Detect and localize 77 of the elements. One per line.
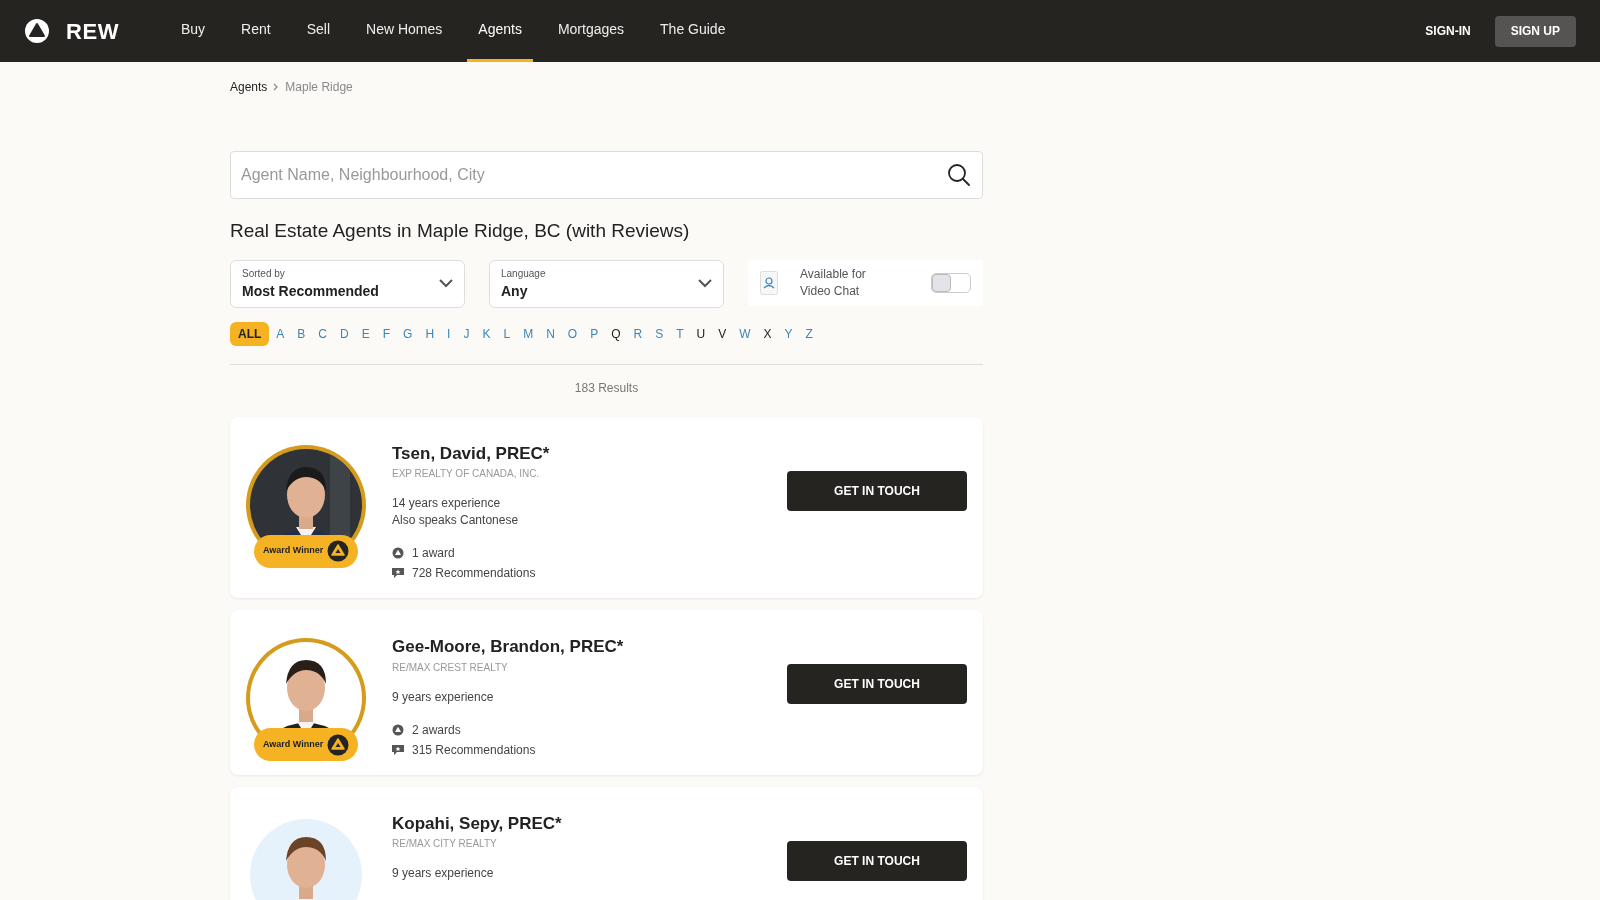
sign-in-link[interactable]: SIGN-IN — [1425, 22, 1471, 40]
letter-filter[interactable]: J — [457, 321, 476, 346]
letter-filter[interactable]: L — [497, 321, 517, 346]
brokerage-name: RE/MAX CITY REALTY — [392, 837, 498, 851]
letter-filter[interactable]: F — [376, 321, 397, 346]
dropdown[interactable]: Sorted by Most Recommended — [230, 259, 465, 308]
letter-filter[interactable]: R — [627, 321, 649, 346]
person-icon — [760, 270, 778, 295]
breadcrumb-link[interactable]: Agents — [230, 78, 268, 96]
letter-filter[interactable]: P — [584, 321, 605, 346]
comment-icon — [392, 743, 404, 756]
dropdown-value: Any — [501, 281, 529, 301]
letter-filter[interactable]: C — [312, 321, 334, 346]
dropdown-label: Language — [501, 266, 547, 281]
agent-detail: Also speaks Cantonese — [392, 512, 520, 529]
nav-link[interactable]: Mortgages — [546, 0, 636, 62]
letter-filter[interactable]: B — [291, 321, 312, 346]
letter-filter[interactable]: ALL — [230, 321, 270, 346]
nav-link[interactable]: New Homes — [355, 0, 454, 62]
letter-filter[interactable]: N — [540, 321, 561, 346]
video-chat-label: Available for Video Chat — [800, 265, 867, 300]
sign-up-button[interactable]: SIGN UP — [1494, 15, 1576, 47]
letter-filter[interactable]: I — [441, 321, 457, 346]
letter-filter[interactable]: T — [670, 321, 690, 346]
award-badge-text: Award Winner — [263, 544, 324, 558]
comment-icon — [392, 567, 404, 579]
awards-count: 1 award — [412, 545, 455, 562]
award-icon — [392, 723, 404, 736]
letter-filter[interactable]: E — [355, 321, 376, 346]
letter-filter[interactable]: Y — [778, 321, 799, 346]
nav-link[interactable]: Rent — [230, 0, 282, 62]
brokerage-name: EXP REALTY OF CANADA, INC. — [392, 467, 541, 481]
chevron-down-icon — [698, 279, 712, 288]
nav-link[interactable]: Buy — [170, 0, 217, 62]
get-in-touch-button[interactable]: GET IN TOUCH — [787, 470, 967, 511]
award-icon — [392, 547, 404, 559]
nav-link[interactable]: The Guide — [649, 0, 737, 62]
recommendations-count: 315 Recommendations — [412, 741, 536, 759]
brokerage-name: RE/MAX CREST REALTY — [392, 660, 509, 675]
agent-detail: 9 years experience — [392, 865, 495, 882]
letter-filter[interactable]: G — [397, 321, 419, 346]
agent-name[interactable]: Tsen, David, PREC* — [392, 440, 787, 466]
get-in-touch-button[interactable]: GET IN TOUCH — [787, 840, 967, 881]
dropdown-value: Most Recommended — [242, 281, 380, 301]
award-logo-icon — [327, 733, 350, 756]
awards-count: 2 awards — [412, 721, 461, 739]
search-icon[interactable] — [947, 163, 971, 187]
letter-filter[interactable]: W — [733, 321, 757, 346]
nav-link[interactable]: Agents — [467, 0, 533, 62]
letter-filter[interactable]: H — [419, 321, 441, 346]
letter-filter[interactable]: A — [270, 321, 291, 346]
dropdown-label: Sorted by — [242, 266, 286, 281]
letter-filter[interactable]: S — [649, 321, 670, 346]
award-logo-icon — [327, 540, 350, 562]
letter-filter[interactable]: K — [476, 321, 497, 346]
letter-filter[interactable]: O — [561, 321, 584, 346]
chevron-down-icon — [439, 279, 453, 288]
toggle-switch[interactable] — [931, 272, 971, 293]
agent-name[interactable]: Gee-Moore, Brandon, PREC* — [392, 634, 787, 660]
award-badge-text: Award Winner — [263, 737, 324, 751]
chevron-right-icon — [273, 83, 280, 91]
search-field[interactable]: Agent Name, Neighbourhood, City — [230, 151, 983, 199]
breadcrumb-link[interactable]: Maple Ridge — [285, 78, 353, 96]
dropdown[interactable]: Language Any — [489, 259, 724, 308]
agent-detail: 14 years experience — [392, 495, 502, 512]
page-heading: Real Estate Agents in Maple Ridge, BC (with Reviews) — [230, 219, 691, 243]
nav-link[interactable]: Sell — [295, 0, 342, 62]
recommendations-count: 728 Recommendations — [412, 565, 536, 582]
agent-name[interactable]: Kopahi, Sepy, PREC* — [392, 810, 787, 836]
get-in-touch-button[interactable]: GET IN TOUCH — [787, 664, 967, 704]
logo-icon[interactable] — [24, 18, 50, 44]
letter-filter[interactable]: M — [517, 321, 540, 346]
letter-filter[interactable]: D — [334, 321, 355, 346]
logo-text[interactable]: REW — [66, 14, 119, 48]
letter-filter[interactable]: Z — [799, 321, 819, 346]
agent-detail: 9 years experience — [392, 688, 495, 706]
results-count: 183 Results — [573, 379, 640, 397]
